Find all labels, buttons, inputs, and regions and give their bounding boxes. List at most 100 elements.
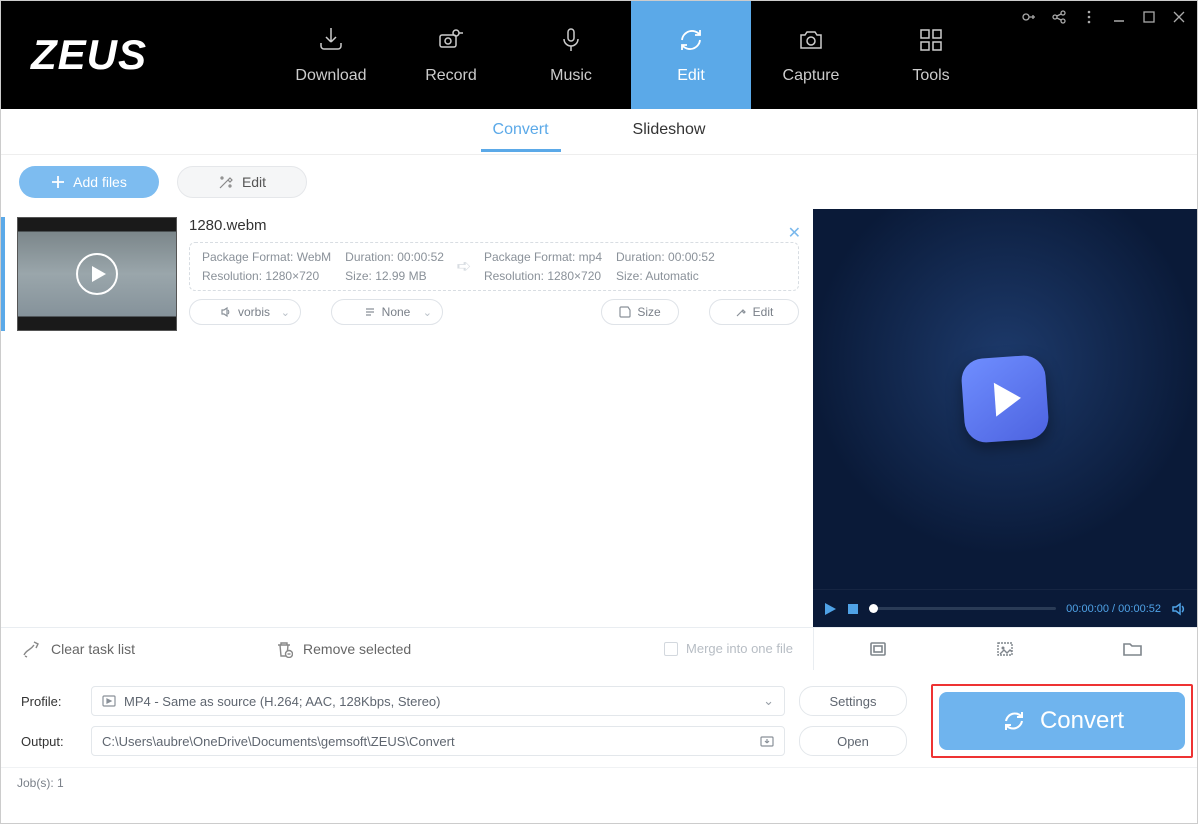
clear-task-list-button[interactable]: Clear task list — [21, 639, 135, 659]
checkbox-icon — [664, 642, 678, 656]
file-row[interactable]: 1280.webm Package Format: WebM Resolutio… — [1, 209, 813, 345]
output-row: Output: C:\Users\aubre\OneDrive\Document… — [1, 721, 927, 761]
profile-select[interactable]: MP4 - Same as source (H.264; AAC, 128Kbp… — [91, 686, 785, 716]
chevron-down-icon: ⌄ — [763, 693, 774, 709]
file-info: 1280.webm Package Format: WebM Resolutio… — [177, 217, 799, 331]
src-dur-label: Duration: — [345, 250, 394, 264]
src-format: WebM — [297, 250, 331, 264]
edit-button[interactable]: Edit — [177, 166, 307, 198]
seek-handle[interactable] — [869, 604, 878, 613]
grid-icon — [916, 25, 946, 55]
open-label: Open — [837, 734, 869, 749]
jobs-label: Job(s): — [17, 776, 54, 790]
chevron-down-icon: ⌄ — [423, 306, 432, 319]
open-button[interactable]: Open — [799, 726, 907, 756]
subtitle-select[interactable]: None ⌄ — [331, 299, 443, 325]
volume-icon[interactable] — [1171, 601, 1187, 617]
content: 1280.webm Package Format: WebM Resolutio… — [1, 209, 1197, 627]
output-label: Output: — [21, 734, 77, 749]
selection-indicator — [1, 217, 5, 331]
tab-convert[interactable]: Convert — [481, 111, 561, 152]
nav-music[interactable]: Music — [511, 1, 631, 109]
src-res: 1280×720 — [265, 269, 319, 283]
file-name: 1280.webm — [189, 217, 799, 234]
settings-button[interactable]: Settings — [799, 686, 907, 716]
dst-dur: 00:00:52 — [668, 250, 715, 264]
player-controls: 00:00:00 / 00:00:52 — [813, 589, 1197, 627]
nav-download-label: Download — [295, 67, 366, 85]
nav-edit-label: Edit — [677, 67, 705, 85]
profile-row: Profile: MP4 - Same as source (H.264; AA… — [1, 681, 927, 721]
merge-checkbox[interactable]: Merge into one file — [664, 641, 813, 656]
size-label: Size — [637, 305, 660, 319]
dst-size: Automatic — [645, 269, 698, 283]
stop-button[interactable] — [847, 603, 859, 615]
file-edit-button[interactable]: Edit — [709, 299, 799, 325]
convert-button[interactable]: Convert — [939, 692, 1185, 750]
share-icon[interactable] — [1051, 9, 1067, 25]
forms: Profile: MP4 - Same as source (H.264; AA… — [1, 669, 1197, 767]
size-button[interactable]: Size — [601, 299, 679, 325]
file-edit-label: Edit — [753, 305, 774, 319]
timecode: 00:00:00 / 00:00:52 — [1066, 603, 1161, 615]
nav-tools[interactable]: Tools — [871, 1, 991, 109]
fullscreen-icon[interactable] — [868, 639, 888, 659]
profile-label: Profile: — [21, 694, 77, 709]
file-controls: vorbis ⌄ None ⌄ Size Edi — [189, 299, 799, 325]
file-list: 1280.webm Package Format: WebM Resolutio… — [1, 209, 813, 627]
play-overlay-icon — [76, 253, 118, 295]
minimize-icon[interactable] — [1111, 9, 1127, 25]
menu-icon[interactable] — [1081, 9, 1097, 25]
nav-tools-label: Tools — [912, 67, 949, 85]
app-name: ZEUS — [31, 31, 147, 79]
arrow-icon: ➪ — [444, 256, 484, 277]
jobs-count: 1 — [57, 776, 64, 790]
nav-edit[interactable]: Edit — [631, 1, 751, 109]
remove-selected-button[interactable]: Remove selected — [275, 640, 411, 658]
camera-capture-icon — [796, 25, 826, 55]
refresh-icon — [676, 25, 706, 55]
subtabs: Convert Slideshow — [1, 109, 1197, 155]
save-to-icon[interactable] — [760, 734, 774, 748]
highlight-frame: Convert — [931, 684, 1193, 758]
output-value: C:\Users\aubre\OneDrive\Documents\gemsof… — [102, 734, 455, 749]
maximize-icon[interactable] — [1141, 9, 1157, 25]
remove-selected-label: Remove selected — [303, 641, 411, 657]
dst-res-label: Resolution: — [484, 269, 544, 283]
close-icon[interactable] — [1171, 9, 1187, 25]
file-thumbnail[interactable] — [17, 217, 177, 331]
src-format-label: Package Format: — [202, 250, 293, 264]
add-files-button[interactable]: Add files — [19, 166, 159, 198]
profile-value: MP4 - Same as source (H.264; AAC, 128Kbp… — [124, 694, 440, 709]
output-field[interactable]: C:\Users\aubre\OneDrive\Documents\gemsof… — [91, 726, 785, 756]
convert-label: Convert — [1040, 707, 1124, 735]
preview-canvas[interactable] — [813, 209, 1197, 589]
preview-play-icon — [960, 354, 1050, 444]
preview-tools — [813, 628, 1197, 670]
app-logo: ZEUS — [1, 1, 271, 109]
nav-capture[interactable]: Capture — [751, 1, 871, 109]
play-button[interactable] — [823, 602, 837, 616]
nav-download[interactable]: Download — [271, 1, 391, 109]
key-icon[interactable] — [1021, 9, 1037, 25]
clear-task-label: Clear task list — [51, 641, 135, 657]
audio-codec-select[interactable]: vorbis ⌄ — [189, 299, 301, 325]
nav-record[interactable]: Record — [391, 1, 511, 109]
chevron-down-icon: ⌄ — [281, 306, 290, 319]
dst-format-label: Package Format: — [484, 250, 575, 264]
dst-res: 1280×720 — [547, 269, 601, 283]
convert-container: Convert — [927, 684, 1197, 758]
seek-bar[interactable] — [869, 607, 1056, 610]
add-files-label: Add files — [73, 174, 127, 190]
action-strip: Clear task list Remove selected Merge in… — [1, 627, 1197, 669]
audio-codec-label: vorbis — [238, 305, 270, 319]
tab-slideshow[interactable]: Slideshow — [621, 111, 718, 152]
window-controls — [1021, 9, 1187, 25]
preview-panel: 00:00:00 / 00:00:52 — [813, 209, 1197, 627]
topbar: ZEUS Download Record Music Edit — [1, 1, 1197, 109]
snapshot-icon[interactable] — [995, 639, 1015, 659]
src-dur: 00:00:52 — [397, 250, 444, 264]
file-meta: Package Format: WebM Resolution: 1280×72… — [189, 242, 799, 291]
remove-file-icon[interactable]: ✕ — [788, 223, 801, 243]
folder-icon[interactable] — [1122, 639, 1144, 659]
